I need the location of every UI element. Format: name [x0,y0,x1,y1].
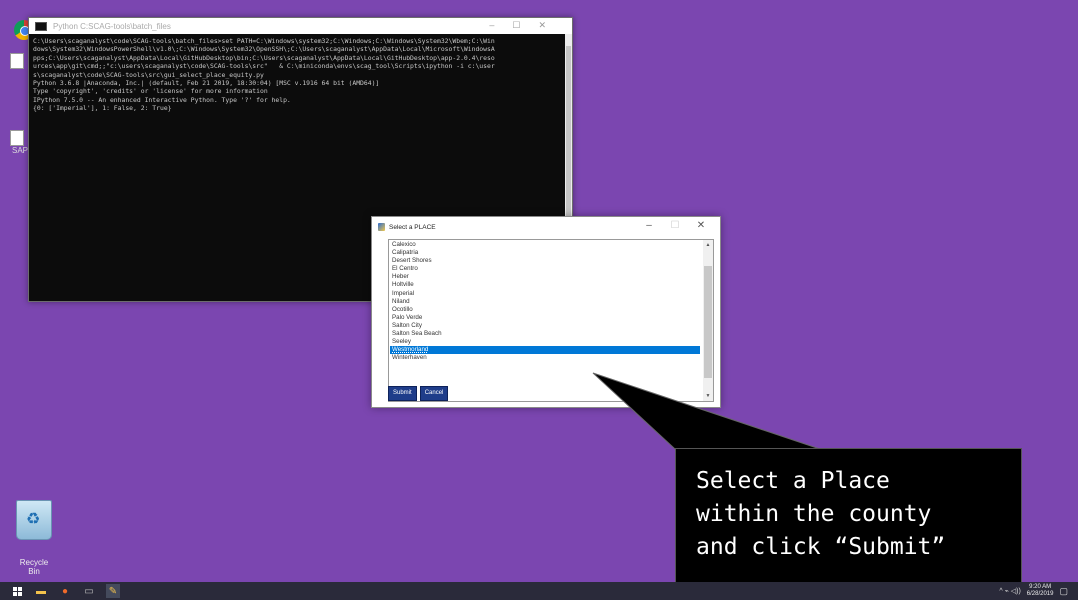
clock[interactable]: 9:20 AM 6/28/2019 [1027,584,1054,598]
terminal-line: urces\app\git\cmd;;"c:\users\scaganalyst… [33,62,495,71]
terminal-line: s\scaganalyst\code\SCAG-tools\src\gui_se… [33,70,264,79]
cancel-button[interactable]: Cancel [419,386,449,401]
place-list-item[interactable]: Niland [390,298,700,306]
terminal-line: IPython 7.5.0 -- An enhanced Interactive… [33,95,291,104]
place-list-item[interactable]: Westmorland [390,346,700,355]
place-list-item[interactable]: Winterhaven [390,354,700,362]
instruction-callout: Select a Place within the county and cli… [675,448,1022,583]
document-icon[interactable] [10,53,24,69]
terminal-scroll-thumb[interactable] [566,46,571,221]
tray-icons[interactable]: ^ ⌁ ◁)) [999,587,1020,595]
terminal-window-controls[interactable]: –☐✕ [489,20,564,31]
place-list[interactable]: Calexico Calipatria Desert Shores El Centro… [390,241,700,362]
place-list-item[interactable]: Heber [390,273,700,281]
recycle-bin-icon [16,500,52,540]
clock-time: 9:20 AM [1029,584,1052,590]
notification-icon[interactable]: ▢ [1059,586,1068,597]
maximize-button[interactable]: ☐ [512,20,538,30]
place-list-item[interactable]: Salton City [390,322,700,330]
maximize-button: ☐ [670,220,680,231]
terminal-line: dows\System32\WindowsPowerShell\v1.0\;C:… [33,45,495,54]
clock-date: 6/28/2019 [1026,591,1054,597]
tk-feather-icon [378,223,385,231]
scroll-down-icon[interactable]: ▼ [703,393,713,399]
place-listbox[interactable]: Calexico Calipatria Desert Shores El Centro… [388,239,714,402]
place-list-item[interactable]: Seeley [390,338,700,346]
file-explorer-icon[interactable]: ▬ [34,584,48,598]
terminal-titlebar[interactable]: Python C:SCAG-tools\batch_files –☐✕ [29,18,572,34]
minimize-button[interactable]: – [636,220,662,231]
dialog-window-controls[interactable]: – ☐ ✕ [636,220,714,231]
submit-button[interactable]: Submit [388,386,417,401]
python-taskbar-icon[interactable]: ✎ [106,584,120,598]
system-tray: ^ ⌁ ◁)) 9:20 AM 6/28/2019 ▢ [999,582,1068,600]
terminal-taskbar-icon[interactable]: ▭ [82,584,96,598]
terminal-line: {0: ['Imperial'], 1: False, 2: True} [33,104,172,113]
close-button[interactable]: ✕ [688,220,714,231]
dialog-titlebar[interactable]: Select a PLACE – ☐ ✕ [372,217,720,237]
place-list-item[interactable]: Holtville [390,281,700,289]
recycle-bin-label: Recycle Bin [19,558,49,576]
place-list-item[interactable]: Ocotillo [390,306,700,314]
browser-icon[interactable]: ● [58,584,72,598]
terminal-line: C:\Users\scaganalyst\code\SCAG-tools\bat… [33,37,495,45]
callout-text: Select a Place within the county and cli… [696,468,946,560]
taskbar: ▬ ● ▭ ✎ ^ ⌁ ◁)) 9:20 AM 6/28/2019 ▢ [0,582,1078,600]
place-list-item[interactable]: Desert Shores [390,257,700,265]
listbox-scrollbar[interactable]: ▲ ▼ [703,240,713,401]
sap-icon-label: SAP [12,146,29,155]
place-list-item[interactable]: Palo Verde [390,314,700,322]
terminal-line: Python 3.6.8 |Anaconda, Inc.| (default, … [33,79,380,88]
place-list-item[interactable]: Imperial [390,290,700,298]
listbox-scroll-thumb[interactable] [704,266,712,378]
start-button[interactable] [10,584,24,598]
windows-logo-icon [12,586,22,596]
close-button[interactable]: ✕ [538,20,564,30]
terminal-line: pps;C:\Users\scaganalyst\AppData\Local\G… [33,53,495,62]
place-list-item[interactable]: Calexico [390,241,700,249]
minimize-button[interactable]: – [489,20,512,30]
dialog-title: Select a PLACE [389,223,436,231]
place-list-item[interactable]: El Centro [390,265,700,273]
place-list-item[interactable]: Calipatria [390,249,700,257]
place-list-item[interactable]: Salton Sea Beach [390,330,700,338]
dialog-buttons: Submit Cancel [388,386,449,401]
select-place-dialog[interactable]: Select a PLACE – ☐ ✕ Calexico Calipatria Des… [371,216,721,408]
sap-icon[interactable] [10,130,24,146]
recycle-bin[interactable]: Recycle Bin [14,500,54,576]
scroll-up-icon[interactable]: ▲ [703,242,713,248]
terminal-title: Python C:SCAG-tools\batch_files [53,21,171,31]
terminal-icon [35,21,47,31]
terminal-line: Type 'copyright', 'credits' or 'license'… [33,87,268,96]
